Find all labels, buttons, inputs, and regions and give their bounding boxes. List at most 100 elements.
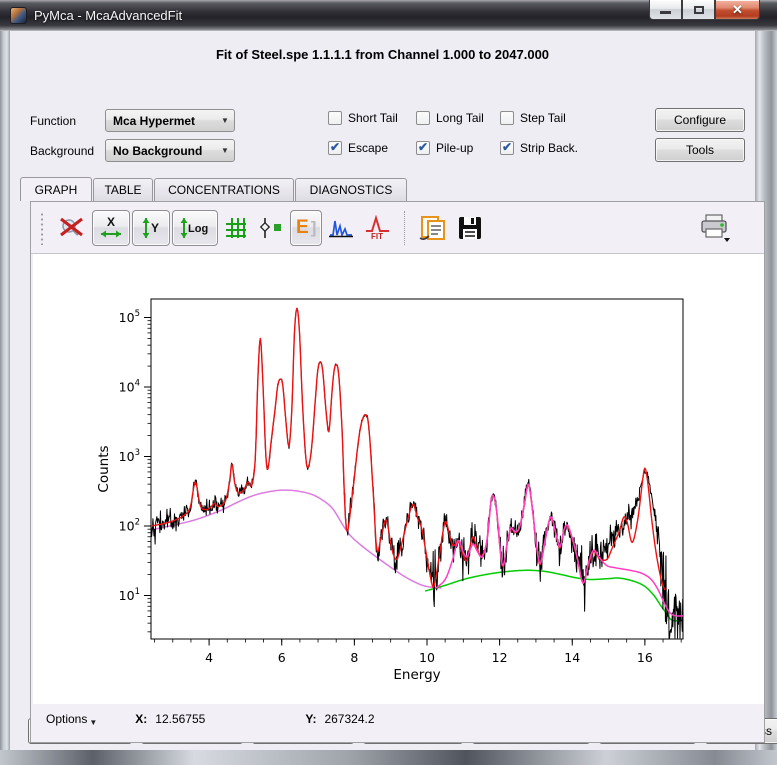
copy-clipboard-button[interactable] [417,214,447,242]
x-autoscale-button[interactable]: X [92,210,130,246]
graph-toolbar: X Y [31,202,764,254]
dialog-content: Fit of Steel.spe 1.1.1.1 from Channel 1.… [10,31,755,750]
x-tick-label: 6 [278,650,286,665]
spectrum-chart[interactable]: 46810121416101102103104105EnergyCounts [33,254,764,704]
energy-icon: E [296,219,309,236]
minimize-button[interactable] [649,0,682,20]
maximize-button[interactable] [682,0,715,20]
grid-icon [224,216,248,240]
combo-arrow-icon[interactable]: ▼ [216,116,234,125]
cursor-x-label: X: [135,712,147,726]
copy-clipboard-icon [417,214,447,242]
window-title: PyMca - McaAdvancedFit [34,8,182,23]
x-tick-label: 4 [205,650,213,665]
checkbox-box[interactable] [328,141,342,155]
fit-header-title: Fit of Steel.spe 1.1.1.1 from Channel 1.… [10,47,755,62]
grid-toggle-button[interactable] [224,216,248,240]
print-button[interactable] [698,213,732,243]
graph-status-row: Options ▼ X: 12.56755 Y: 267324.2 [46,707,746,731]
log-toggle-button[interactable]: Log [172,210,218,246]
configure-button[interactable]: Configure [655,108,745,132]
energy-bracket-icon: ] [311,218,317,238]
svg-text:X: X [107,215,115,229]
cursor-x-value: 12.56755 [155,712,205,726]
log-toggle-icon: Log [178,214,212,242]
y-tick-label: 105 [119,309,140,325]
function-value: Mca Hypermet [106,114,216,128]
tab-diagnostics[interactable]: DIAGNOSTICS [295,178,407,201]
tab-graph[interactable]: GRAPH [20,177,92,201]
printer-icon [698,213,732,243]
svg-text:Log: Log [188,223,208,235]
cursor-y-label: Y: [305,712,316,726]
checkbox-short-tail[interactable]: Short Tail [328,111,398,125]
checkbox-label: Escape [348,141,388,155]
cursor-y-value: 267324.2 [324,712,374,726]
function-label: Function [30,114,76,128]
spectrum-icon [328,216,354,240]
checkbox-box[interactable] [416,111,430,125]
y-autoscale-icon: Y [138,214,164,242]
x-tick-label: 8 [350,650,358,665]
combo-arrow-icon[interactable]: ▼ [216,146,234,155]
checkbox-box[interactable] [416,141,430,155]
toolbar-drag-handle[interactable] [39,211,45,245]
background-combobox[interactable]: No Background ▼ [105,139,235,162]
checkbox-escape[interactable]: Escape [328,141,388,155]
checkbox-pile-up[interactable]: Pile-up [416,141,473,155]
graph-tab-pane: X Y [30,201,765,743]
checkbox-box[interactable] [500,141,514,155]
y-autoscale-button[interactable]: Y [132,210,170,246]
tools-button[interactable]: Tools [655,138,745,162]
save-icon [457,215,483,241]
fit-button[interactable]: FIT [364,215,392,241]
options-dropdown-icon[interactable]: ▼ [89,718,97,727]
function-combobox[interactable]: Mca Hypermet ▼ [105,109,235,132]
checkbox-box[interactable] [328,111,342,125]
marker-picker-button[interactable] [258,216,284,240]
y-axis-label: Counts [96,445,112,492]
title-bar[interactable]: PyMca - McaAdvancedFit ✕ [0,0,777,31]
maximize-icon [694,6,704,14]
checkbox-strip-back[interactable]: Strip Back. [500,141,578,155]
y-tick-label: 103 [119,448,140,464]
checkbox-box[interactable] [500,111,514,125]
spectrum-figure[interactable]: 46810121416101102103104105EnergyCounts [33,254,764,704]
pymca-advanced-fit-window: PyMca - McaAdvancedFit ✕ Fit of Steel.sp… [0,0,777,765]
window-frame-left [0,31,10,750]
energy-toggle-button[interactable]: E ] [290,210,322,246]
svg-text:FIT: FIT [371,232,383,241]
checkbox-label: Step Tail [520,111,566,125]
y-tick-label: 101 [119,587,140,603]
background-label: Background [30,144,94,158]
x-autoscale-icon: X [98,214,124,242]
window-frame-bottom [0,750,777,765]
options-menu[interactable]: Options [46,712,87,726]
y-tick-label: 104 [119,379,140,395]
app-icon [10,7,27,24]
zoom-reset-button[interactable] [58,216,86,240]
save-button[interactable] [457,215,483,241]
spectrum-button[interactable] [328,216,354,240]
fit-icon: FIT [364,215,392,241]
caption-buttons: ✕ [649,0,760,20]
y-tick-label: 102 [119,518,140,534]
background-value: No Background [106,144,216,158]
x-tick-label: 16 [637,650,653,665]
checkbox-step-tail[interactable]: Step Tail [500,111,566,125]
checkbox-label: Long Tail [436,111,484,125]
x-tick-label: 14 [564,650,580,665]
tab-table[interactable]: TABLE [93,178,153,201]
close-icon: ✕ [732,2,743,18]
zoom-reset-icon [58,216,86,240]
toolbar-separator [404,211,405,245]
tab-concentrations[interactable]: CONCENTRATIONS [154,178,294,201]
x-tick-label: 10 [419,650,435,665]
marker-picker-icon [258,216,284,240]
checkbox-label: Strip Back. [520,141,578,155]
checkbox-long-tail[interactable]: Long Tail [416,111,484,125]
minimize-icon [660,11,671,14]
checkbox-label: Pile-up [436,141,473,155]
close-button[interactable]: ✕ [715,0,760,20]
x-tick-label: 12 [492,650,508,665]
